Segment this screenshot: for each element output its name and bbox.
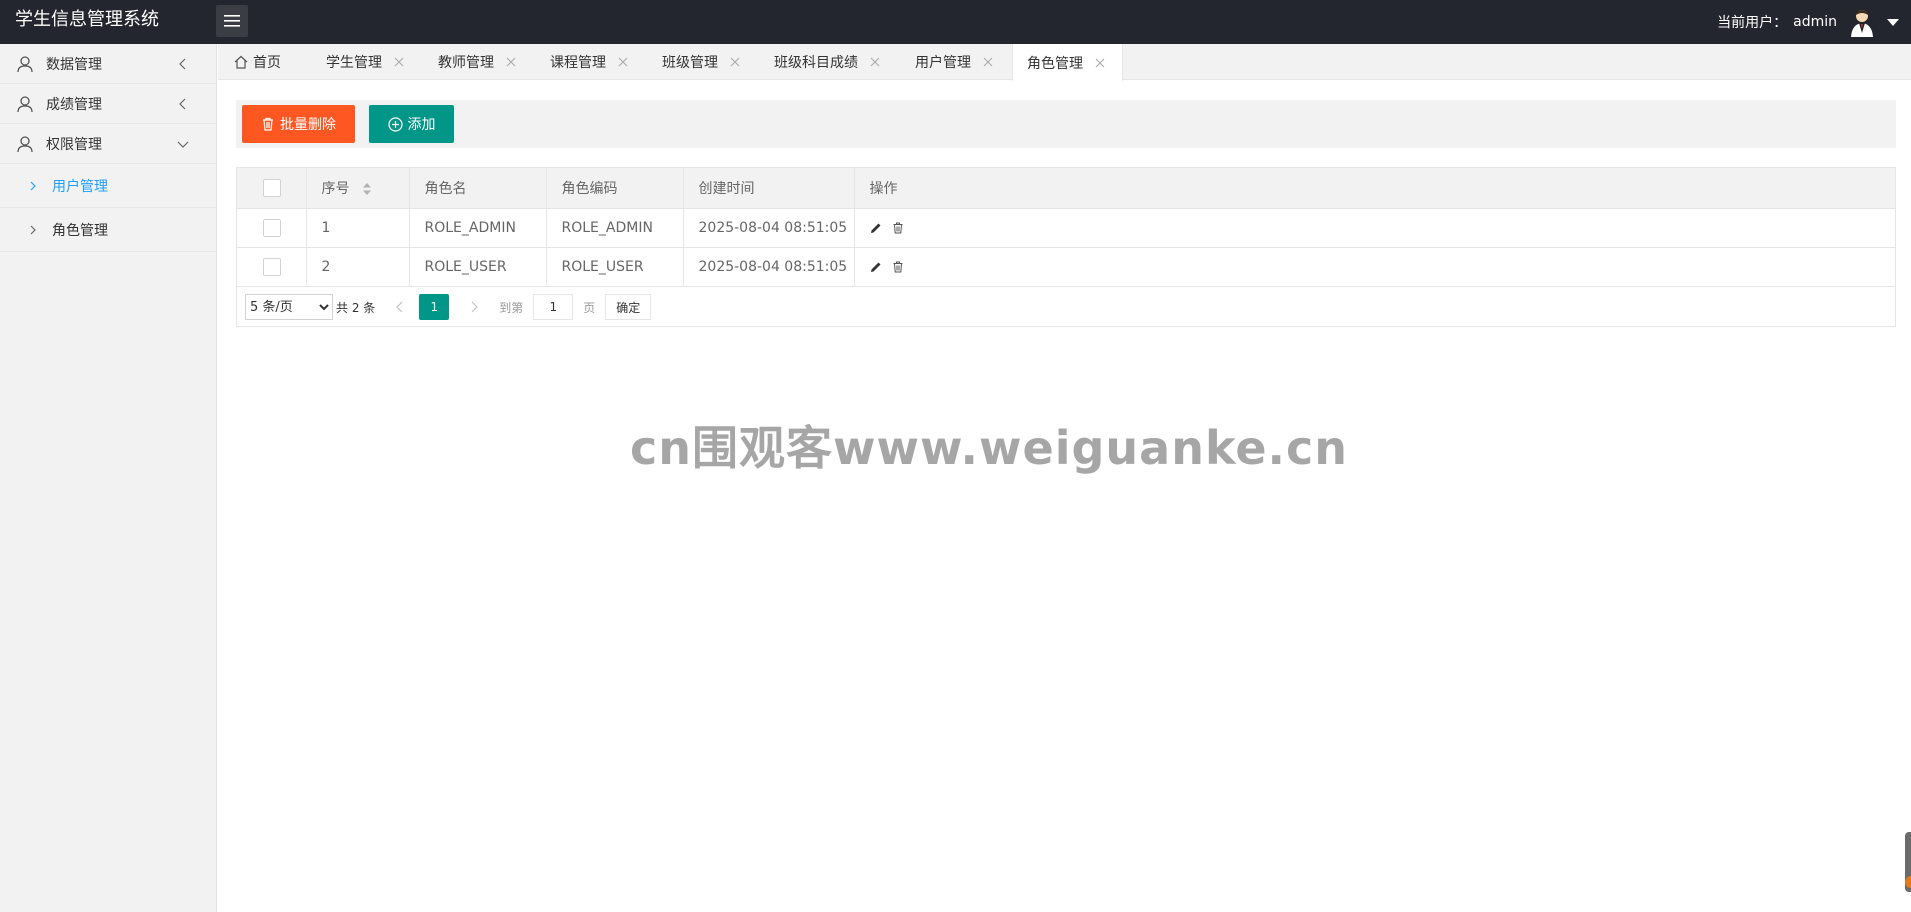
column-header-role-code: 角色编码	[546, 168, 684, 209]
tab-home[interactable]: 首页	[220, 44, 281, 80]
tab-class-subject-scores[interactable]: 班级科目成绩	[760, 44, 880, 80]
watermark: cn围观客www.weiguanke.cn	[630, 421, 1349, 475]
tab-label: 角色管理	[1027, 55, 1083, 72]
trash-icon[interactable]	[892, 222, 904, 234]
row-checkbox[interactable]	[263, 218, 281, 237]
column-header-actions: 操作	[854, 168, 1895, 209]
sidebar-item-score-management[interactable]: 成绩管理	[0, 84, 216, 124]
tab-label: 用户管理	[915, 55, 971, 71]
chevron-right-icon	[30, 181, 36, 190]
select-all-checkbox[interactable]	[263, 178, 281, 197]
column-header-index[interactable]: 序号	[306, 168, 410, 209]
tab-label: 教师管理	[438, 55, 494, 71]
sidebar-item-label: 数据管理	[46, 56, 102, 73]
prev-page-icon[interactable]	[393, 300, 407, 314]
page-unit-label: 页	[583, 300, 596, 315]
floating-widget-dot	[1905, 876, 1911, 888]
cell-role-name: ROLE_ADMIN	[409, 208, 547, 248]
chevron-down-icon	[1887, 18, 1899, 26]
table-row: 2 ROLE_USER ROLE_USER 2025-08-04 08:51:0…	[237, 247, 1895, 287]
trash-icon[interactable]	[892, 261, 904, 273]
cell-index: 1	[306, 208, 410, 248]
goto-label: 到第	[499, 300, 524, 315]
close-icon[interactable]	[506, 57, 516, 67]
close-icon[interactable]	[870, 57, 880, 67]
cell-role-name: ROLE_USER	[409, 247, 547, 287]
tab-teacher-management[interactable]: 教师管理	[424, 44, 516, 80]
sidebar-item-role-management[interactable]: 角色管理	[0, 208, 216, 252]
tab-label: 班级管理	[662, 55, 718, 71]
close-icon[interactable]	[983, 57, 993, 67]
chevron-left-icon	[179, 98, 186, 110]
current-user-label: 当前用户：	[1717, 15, 1788, 31]
goto-confirm-button[interactable]: 确定	[605, 294, 652, 320]
tab-role-management[interactable]: 角色管理	[1012, 44, 1123, 81]
chevron-down-icon	[177, 141, 189, 148]
next-page-icon[interactable]	[467, 300, 481, 314]
user-icon	[17, 55, 33, 72]
tab-label: 班级科目成绩	[774, 55, 858, 71]
tab-bar: 首页 学生管理 教师管理 课程管理 班级管理 班级科目成绩 用户管理 角色管理	[218, 44, 1911, 81]
tab-class-management[interactable]: 班级管理	[648, 44, 740, 80]
add-circle-icon	[387, 116, 403, 132]
add-button[interactable]: 添加	[369, 105, 454, 143]
hamburger-icon	[224, 15, 240, 27]
tab-course-management[interactable]: 课程管理	[536, 44, 628, 80]
current-page-button[interactable]: 1	[419, 294, 450, 320]
tab-student-management[interactable]: 学生管理	[312, 44, 404, 80]
user-icon	[17, 135, 33, 152]
chevron-right-icon	[30, 225, 36, 234]
sidebar-item-data-management[interactable]: 数据管理	[0, 44, 216, 84]
trash-icon	[263, 117, 273, 131]
pagination: 5 条/页 共 2 条 1 到第 页 确定	[237, 288, 1895, 326]
add-label: 添加	[407, 117, 436, 133]
user-menu[interactable]: 当前用户： admin	[1717, 0, 1911, 44]
user-icon	[17, 95, 33, 112]
edit-icon[interactable]	[870, 222, 882, 234]
cell-created-time: 2025-08-04 08:51:05	[683, 208, 855, 248]
sidebar: 数据管理 成绩管理 权限管理 用户管理 角色管理	[0, 44, 217, 912]
cell-role-code: ROLE_ADMIN	[546, 208, 684, 248]
cell-index: 2	[306, 247, 410, 287]
sidebar-item-label: 角色管理	[52, 222, 108, 239]
table-header-row: 序号 角色名 角色编码 创建时间 操作	[237, 168, 1895, 209]
chevron-left-icon	[179, 58, 186, 70]
tab-label: 首页	[253, 55, 281, 71]
home-icon	[234, 55, 248, 69]
edit-icon[interactable]	[870, 261, 882, 273]
close-icon[interactable]	[618, 57, 628, 67]
sidebar-item-permission-management[interactable]: 权限管理	[0, 124, 216, 164]
sidebar-item-label: 用户管理	[52, 178, 108, 195]
close-icon[interactable]	[1095, 58, 1105, 68]
column-header-created-time: 创建时间	[683, 168, 855, 209]
cell-created-time: 2025-08-04 08:51:05	[683, 247, 855, 287]
app-title: 学生信息管理系统	[15, 9, 159, 30]
avatar	[1851, 10, 1873, 37]
username: admin	[1793, 14, 1837, 30]
sidebar-item-label: 权限管理	[46, 136, 102, 153]
tab-label: 学生管理	[326, 55, 382, 71]
close-icon[interactable]	[730, 57, 740, 67]
row-checkbox[interactable]	[263, 257, 281, 276]
menu-toggle-button[interactable]	[216, 5, 248, 37]
total-count: 共 2 条	[336, 300, 376, 315]
batch-delete-button[interactable]: 批量删除	[242, 105, 355, 143]
goto-page-input[interactable]	[533, 294, 574, 320]
role-table: 序号 角色名 角色编码 创建时间 操作 1 ROLE_ADMIN ROLE_AD…	[236, 167, 1896, 327]
toolbar: 批量删除 添加	[236, 100, 1896, 148]
top-header: 学生信息管理系统 当前用户： admin	[0, 0, 1911, 44]
cell-role-code: ROLE_USER	[546, 247, 684, 287]
close-icon[interactable]	[394, 57, 404, 67]
sort-icon[interactable]	[362, 182, 372, 196]
sidebar-item-user-management[interactable]: 用户管理	[0, 164, 216, 208]
page-size-select[interactable]: 5 条/页	[245, 294, 333, 320]
sidebar-item-label: 成绩管理	[46, 96, 102, 113]
batch-delete-label: 批量删除	[280, 117, 336, 133]
table-row: 1 ROLE_ADMIN ROLE_ADMIN 2025-08-04 08:51…	[237, 208, 1895, 248]
column-header-role-name: 角色名	[409, 168, 547, 209]
tab-user-management[interactable]: 用户管理	[901, 44, 993, 80]
tab-label: 课程管理	[550, 55, 606, 71]
